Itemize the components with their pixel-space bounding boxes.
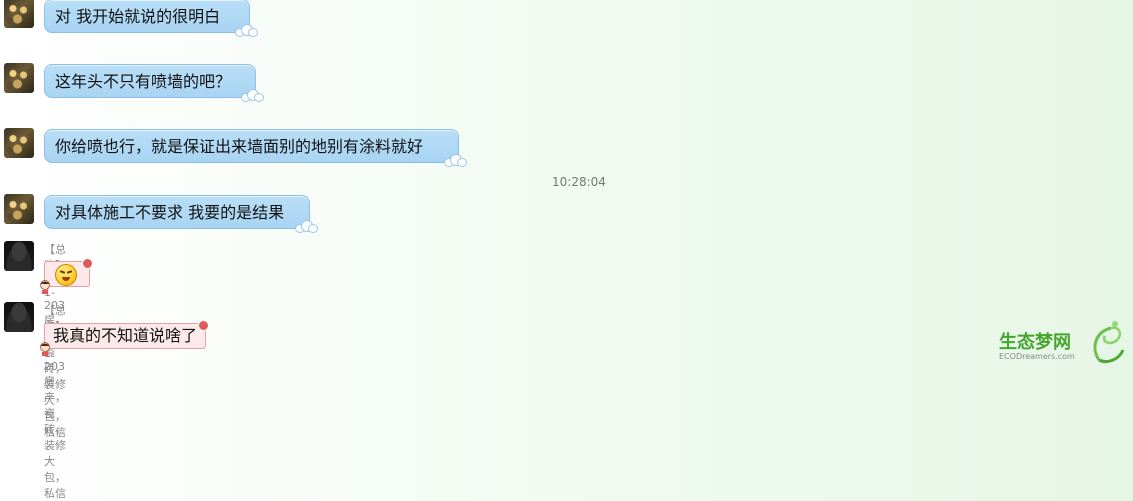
cloud-icon: [444, 154, 467, 167]
chat-bubble[interactable]: 这年头不只有喷墙的吧？: [44, 64, 264, 102]
user-avatar[interactable]: [4, 302, 34, 332]
logo-subtext: ECODreamers.com: [999, 352, 1075, 361]
message-text: 这年头不只有喷墙的吧？: [55, 72, 232, 91]
bubble-badge-icon: [198, 320, 210, 331]
bubble-badge-icon: [82, 258, 93, 269]
grin-sweat-emoji-icon: [55, 264, 77, 286]
cloud-icon: [295, 220, 318, 233]
chat-bubble[interactable]: 我真的不知道说啥了: [40, 320, 210, 356]
message-timestamp: 10:28:04: [552, 175, 606, 189]
user-avatar[interactable]: [4, 194, 34, 224]
girl-face-icon: [40, 342, 50, 356]
user-avatar[interactable]: [4, 241, 34, 271]
cloud-icon: [241, 89, 264, 102]
chat-bubble[interactable]: 对具体施工不要求 我要的是结果: [44, 195, 318, 233]
user-avatar[interactable]: [4, 128, 34, 158]
chat-bubble[interactable]: 对 我开始就说的很明白: [44, 0, 258, 37]
chat-bubble[interactable]: [40, 258, 93, 294]
leaf-icon: [1093, 321, 1125, 364]
user-avatar[interactable]: [4, 0, 34, 28]
girl-face-icon: [40, 280, 50, 294]
chat-bubble[interactable]: 你给喷也行，就是保证出来墙面别的地别有涂料就好: [44, 129, 467, 167]
message-text: 你给喷也行，就是保证出来墙面别的地别有涂料就好: [55, 137, 424, 156]
message-text: 对 我开始就说的很明白: [55, 7, 221, 26]
user-avatar[interactable]: [4, 63, 34, 93]
message-text: 我真的不知道说啥了: [53, 326, 198, 345]
cloud-icon: [235, 24, 258, 37]
logo-text: 生态梦网: [999, 332, 1071, 353]
watermark-logo: 生态梦网 ECODreamers.com: [997, 320, 1129, 370]
message-text: 对具体施工不要求 我要的是结果: [55, 203, 285, 222]
